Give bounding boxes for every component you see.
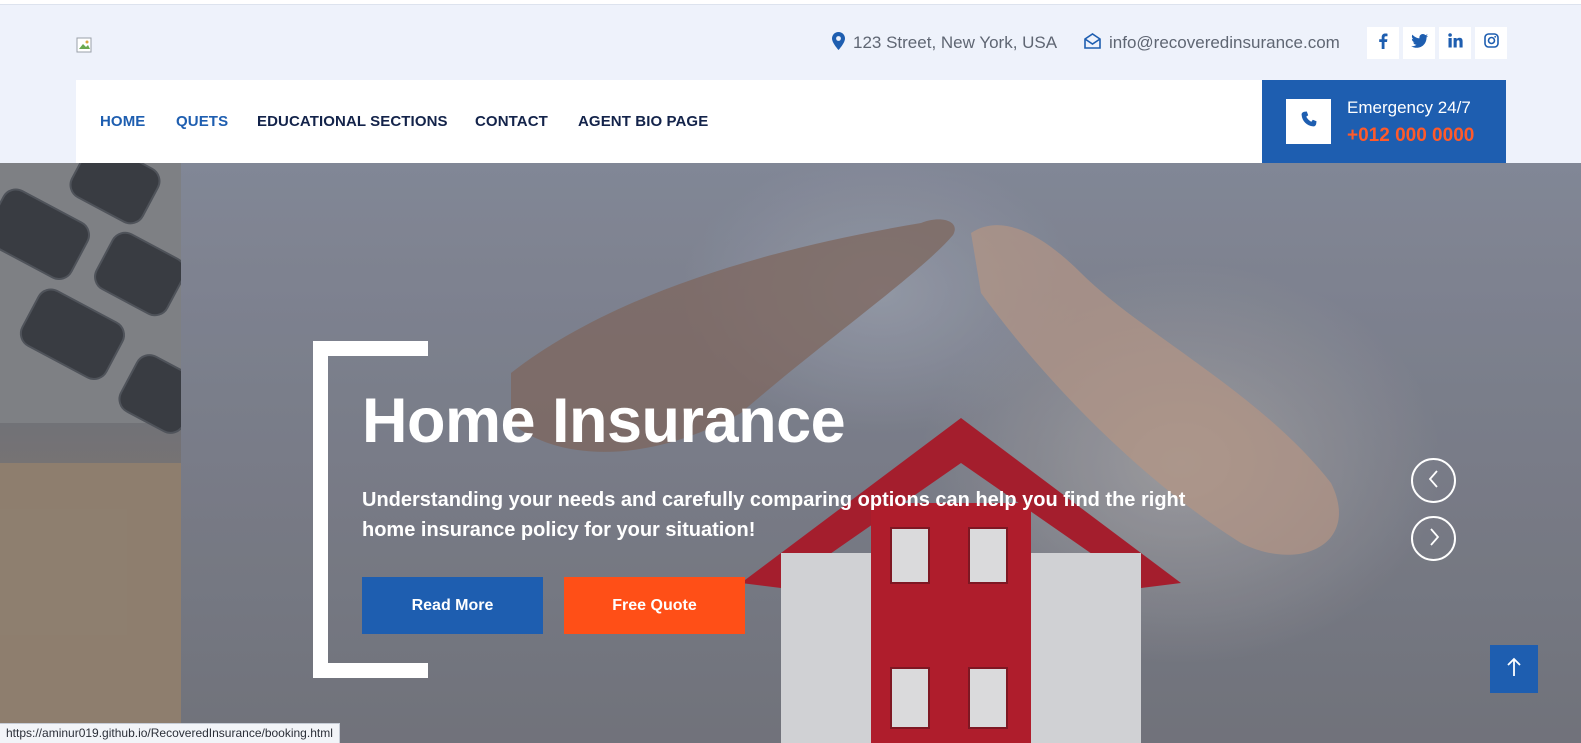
facebook-button[interactable] (1367, 27, 1399, 59)
hero-carousel: Home Insurance Understanding your needs … (0, 163, 1581, 743)
email-text[interactable]: info@recoveredinsurance.com (1109, 33, 1340, 53)
twitter-icon (1410, 33, 1428, 53)
phone-icon-box (1286, 99, 1331, 144)
carousel-next-button[interactable] (1411, 516, 1456, 561)
hero-description: Understanding your needs and carefully c… (362, 489, 1186, 541)
address-text: 123 Street, New York, USA (853, 33, 1058, 52)
nav-item-agent-bio-page[interactable]: AGENT BIO PAGE (578, 113, 708, 130)
instagram-icon (1483, 33, 1499, 53)
nav-item-home[interactable]: HOME (100, 113, 145, 130)
nav-item-educational-sections[interactable]: EDUCATIONAL SECTIONS (257, 113, 448, 130)
linkedin-button[interactable] (1439, 27, 1471, 59)
hero-title: Home Insurance (362, 386, 846, 456)
arrow-up-icon (1507, 657, 1521, 682)
instagram-button[interactable] (1475, 27, 1507, 59)
free-quote-button[interactable]: Free Quote (564, 577, 745, 634)
emergency-phone-number[interactable]: +012 000 0000 (1347, 125, 1474, 147)
chevron-right-icon (1427, 528, 1441, 549)
top-bar: 123 Street, New York, USA info@recovered… (0, 5, 1581, 80)
address-info: 123 Street, New York, USA (832, 31, 1058, 55)
read-more-button[interactable]: Read More (362, 577, 543, 634)
email-info: info@recoveredinsurance.com (1084, 32, 1340, 54)
envelope-open-icon (1084, 32, 1109, 54)
facebook-icon (1378, 33, 1388, 54)
phone-icon (1301, 111, 1317, 132)
back-to-top-button[interactable] (1490, 645, 1538, 693)
nav-item-contact[interactable]: CONTACT (475, 113, 548, 130)
chevron-left-icon (1427, 470, 1441, 491)
nav-item-quets[interactable]: QUETS (176, 113, 228, 130)
map-pin-icon (832, 31, 853, 55)
emergency-contact-box[interactable]: Emergency 24/7 +012 000 0000 (1262, 80, 1506, 163)
logo-broken-image-icon[interactable] (76, 37, 92, 53)
browser-status-url: https://aminur019.github.io/RecoveredIns… (0, 723, 340, 743)
twitter-button[interactable] (1403, 27, 1435, 59)
linkedin-icon (1447, 33, 1463, 53)
emergency-title: Emergency 24/7 (1347, 98, 1471, 117)
carousel-prev-button[interactable] (1411, 458, 1456, 503)
